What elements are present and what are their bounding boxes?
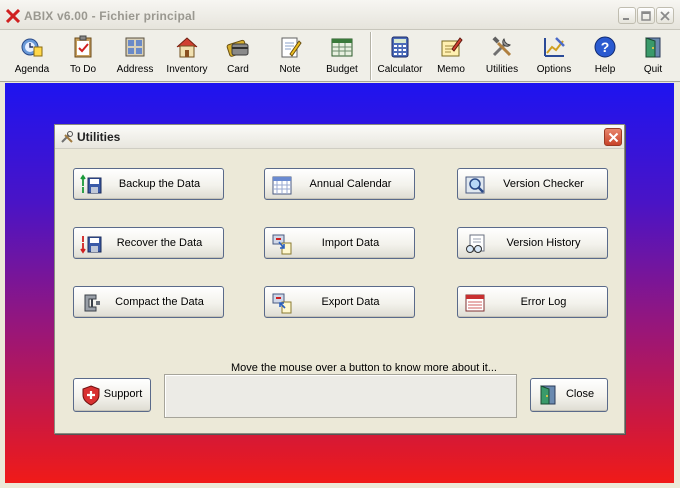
todo-clipboard-icon (74, 35, 92, 58)
toolbar-todo-label: To Do (69, 64, 97, 75)
utilities-dialog-title: Utilities (77, 130, 121, 144)
toolbar-todo-button[interactable]: To Do (58, 32, 108, 80)
toolbar-note-label: Note (279, 64, 301, 75)
house-icon (176, 37, 198, 58)
log-list-icon (465, 294, 485, 312)
toolbar-utilities-label: Utilities (485, 64, 519, 75)
toolbar-address-label: Address (116, 64, 154, 75)
exit-door-icon (540, 385, 556, 405)
calendar-icon (272, 176, 292, 195)
close-dialog-label: Close (565, 388, 595, 400)
utilities-dialog-title-bar: Utilities (55, 125, 624, 149)
window-title: ABIX v6.00 - Fichier principal (24, 9, 196, 23)
agenda-icon (21, 38, 43, 57)
tools-icon (61, 131, 73, 143)
export-data-label: Export Data (321, 296, 380, 308)
note-pencil-icon (281, 37, 302, 58)
toolbar-agenda-label: Agenda (14, 64, 50, 75)
recover-floppy-icon (80, 236, 102, 254)
toolbar-quit-label: Quit (643, 64, 663, 75)
abix-x-icon (6, 9, 20, 23)
maximize-icon (641, 11, 651, 21)
toolbar-help-label: Help (594, 64, 616, 75)
toolbar-separator (370, 32, 372, 80)
calculator-icon (391, 36, 409, 58)
toolbar-card-button[interactable]: Card (212, 32, 264, 80)
export-data-button[interactable]: Export Data (264, 286, 415, 318)
main-toolbar: Agenda To Do Address Inventory Card Note… (0, 30, 680, 82)
close-icon (608, 132, 619, 143)
window-frame-right (674, 83, 680, 483)
backup-data-label: Backup the Data (118, 178, 201, 190)
window-frame-bottom (0, 483, 680, 488)
toolbar-inventory-button[interactable]: Inventory (162, 32, 212, 80)
toolbar-budget-label: Budget (326, 64, 358, 75)
error-log-button[interactable]: Error Log (457, 286, 608, 318)
toolbar-inventory-label: Inventory (166, 64, 208, 75)
utilities-dialog-close-button[interactable] (604, 128, 622, 146)
backup-data-button[interactable]: Backup the Data (73, 168, 224, 200)
card-icon (226, 39, 249, 57)
minimize-button[interactable] (618, 7, 636, 24)
address-book-icon (125, 37, 145, 57)
close-window-button[interactable] (656, 7, 674, 24)
version-history-label: Version History (506, 237, 581, 249)
utilities-dialog: Utilities Backup the Data Recover the Da… (54, 124, 625, 434)
budget-icon (331, 38, 353, 57)
toolbar-calculator-label: Calculator (377, 64, 423, 75)
info-display-box (164, 374, 517, 418)
recover-data-button[interactable]: Recover the Data (73, 227, 224, 259)
history-glasses-icon (466, 234, 485, 253)
toolbar-utilities-button[interactable]: Utilities (476, 32, 528, 80)
annual-calendar-button[interactable]: Annual Calendar (264, 168, 415, 200)
help-icon: ? (594, 36, 616, 58)
toolbar-memo-button[interactable]: Memo (426, 32, 476, 80)
options-icon (544, 37, 565, 57)
tools-icon (492, 36, 512, 57)
svg-text:?: ? (601, 39, 610, 55)
version-checker-label: Version Checker (503, 178, 584, 190)
toolbar-quit-button[interactable]: Quit (630, 32, 676, 80)
export-icon (272, 293, 292, 314)
support-label: Support (103, 388, 143, 400)
compact-data-label: Compact the Data (115, 296, 204, 308)
quit-door-icon (645, 37, 661, 58)
hint-text: Move the mouse over a button to know mor… (231, 362, 497, 374)
toolbar-help-button[interactable]: ? Help (580, 32, 630, 80)
toolbar-address-button[interactable]: Address (108, 32, 162, 80)
annual-calendar-label: Annual Calendar (309, 178, 392, 190)
toolbar-calculator-button[interactable]: Calculator (374, 32, 426, 80)
version-history-button[interactable]: Version History (457, 227, 608, 259)
toolbar-options-label: Options (536, 64, 572, 75)
magnifier-icon (465, 176, 485, 194)
toolbar-note-button[interactable]: Note (264, 32, 316, 80)
error-log-label: Error Log (520, 296, 567, 308)
toolbar-agenda-button[interactable]: Agenda (6, 32, 58, 80)
import-data-label: Import Data (321, 237, 380, 249)
toolbar-options-button[interactable]: Options (528, 32, 580, 80)
toolbar-card-label: Card (227, 64, 249, 75)
support-button[interactable]: Support (73, 378, 151, 412)
close-dialog-button[interactable]: Close (530, 378, 608, 412)
backup-floppy-icon (80, 174, 102, 194)
version-checker-button[interactable]: Version Checker (457, 168, 608, 200)
main-title-bar: ABIX v6.00 - Fichier principal (0, 0, 680, 30)
clamp-icon (84, 294, 100, 312)
maximize-button[interactable] (637, 7, 655, 24)
toolbar-memo-label: Memo (437, 64, 465, 75)
import-data-button[interactable]: Import Data (264, 227, 415, 259)
import-icon (272, 234, 292, 255)
shield-icon (82, 385, 100, 406)
recover-data-label: Recover the Data (116, 237, 203, 249)
compact-data-button[interactable]: Compact the Data (73, 286, 224, 318)
toolbar-budget-button[interactable]: Budget (316, 32, 368, 80)
memo-icon (441, 37, 463, 57)
minimize-icon (623, 18, 629, 20)
close-icon (660, 11, 670, 21)
